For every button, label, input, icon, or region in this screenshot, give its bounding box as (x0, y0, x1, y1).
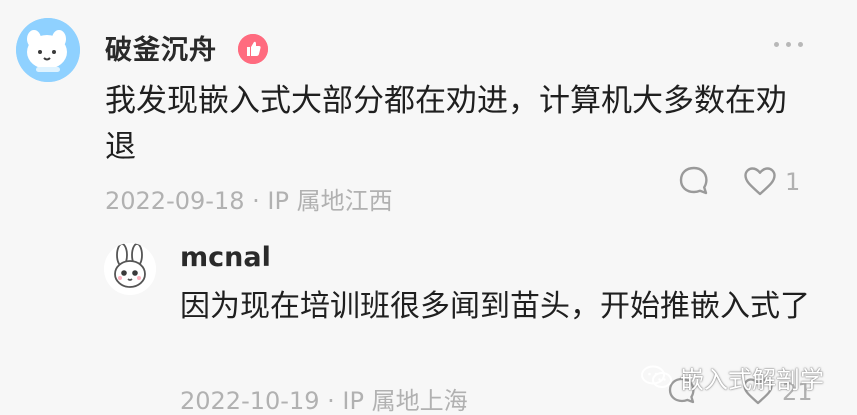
bunny-avatar-icon (104, 243, 156, 295)
comment-text: 我发现嵌入式大部分都在劝进，计算机大多数在劝退 (105, 83, 787, 165)
reply-meta: 2022-10-19 · IP 属地上海 (180, 381, 468, 415)
like-badge (238, 34, 268, 64)
watermark-text: 嵌入式解剖学 (680, 365, 824, 394)
comment-item: 破釜沉舟 我发现嵌入式大部分都在劝进，计算机大多数在劝退 2022-09-18 … (16, 18, 846, 218)
reply-date: 2022-10-19 (180, 387, 320, 415)
more-dot (798, 42, 803, 47)
reply-ip: IP 属地上海 (342, 387, 468, 415)
avatar[interactable] (16, 18, 80, 82)
watermark: 嵌入式解剖学 (640, 359, 824, 395)
reply-author[interactable]: mcnal (180, 242, 271, 273)
comment-date: 2022-09-18 (105, 187, 245, 215)
comment-author[interactable]: 破釜沉舟 (105, 28, 217, 67)
reply-avatar[interactable] (104, 243, 156, 295)
more-dot (786, 42, 791, 47)
reply-text: 因为现在培训班很多闻到苗头，开始推嵌入式了 (180, 289, 810, 324)
thumb-up-icon (238, 34, 268, 64)
cat-avatar-icon (16, 18, 80, 82)
like-count: 1 (785, 168, 801, 196)
reply-icon[interactable] (677, 164, 711, 198)
comment-ip: IP 属地江西 (267, 187, 393, 215)
more-dot (774, 42, 779, 47)
like-button[interactable]: 1 (743, 164, 800, 200)
meta-separator: · (252, 187, 260, 215)
more-options-icon[interactable] (774, 38, 804, 50)
comment-thread: 破釜沉舟 我发现嵌入式大部分都在劝进，计算机大多数在劝退 2022-09-18 … (0, 0, 857, 415)
comment-meta: 2022-09-18 · IP 属地江西 (105, 181, 393, 216)
heart-icon (744, 167, 776, 196)
meta-separator: · (327, 387, 335, 415)
wechat-icon (641, 365, 672, 388)
